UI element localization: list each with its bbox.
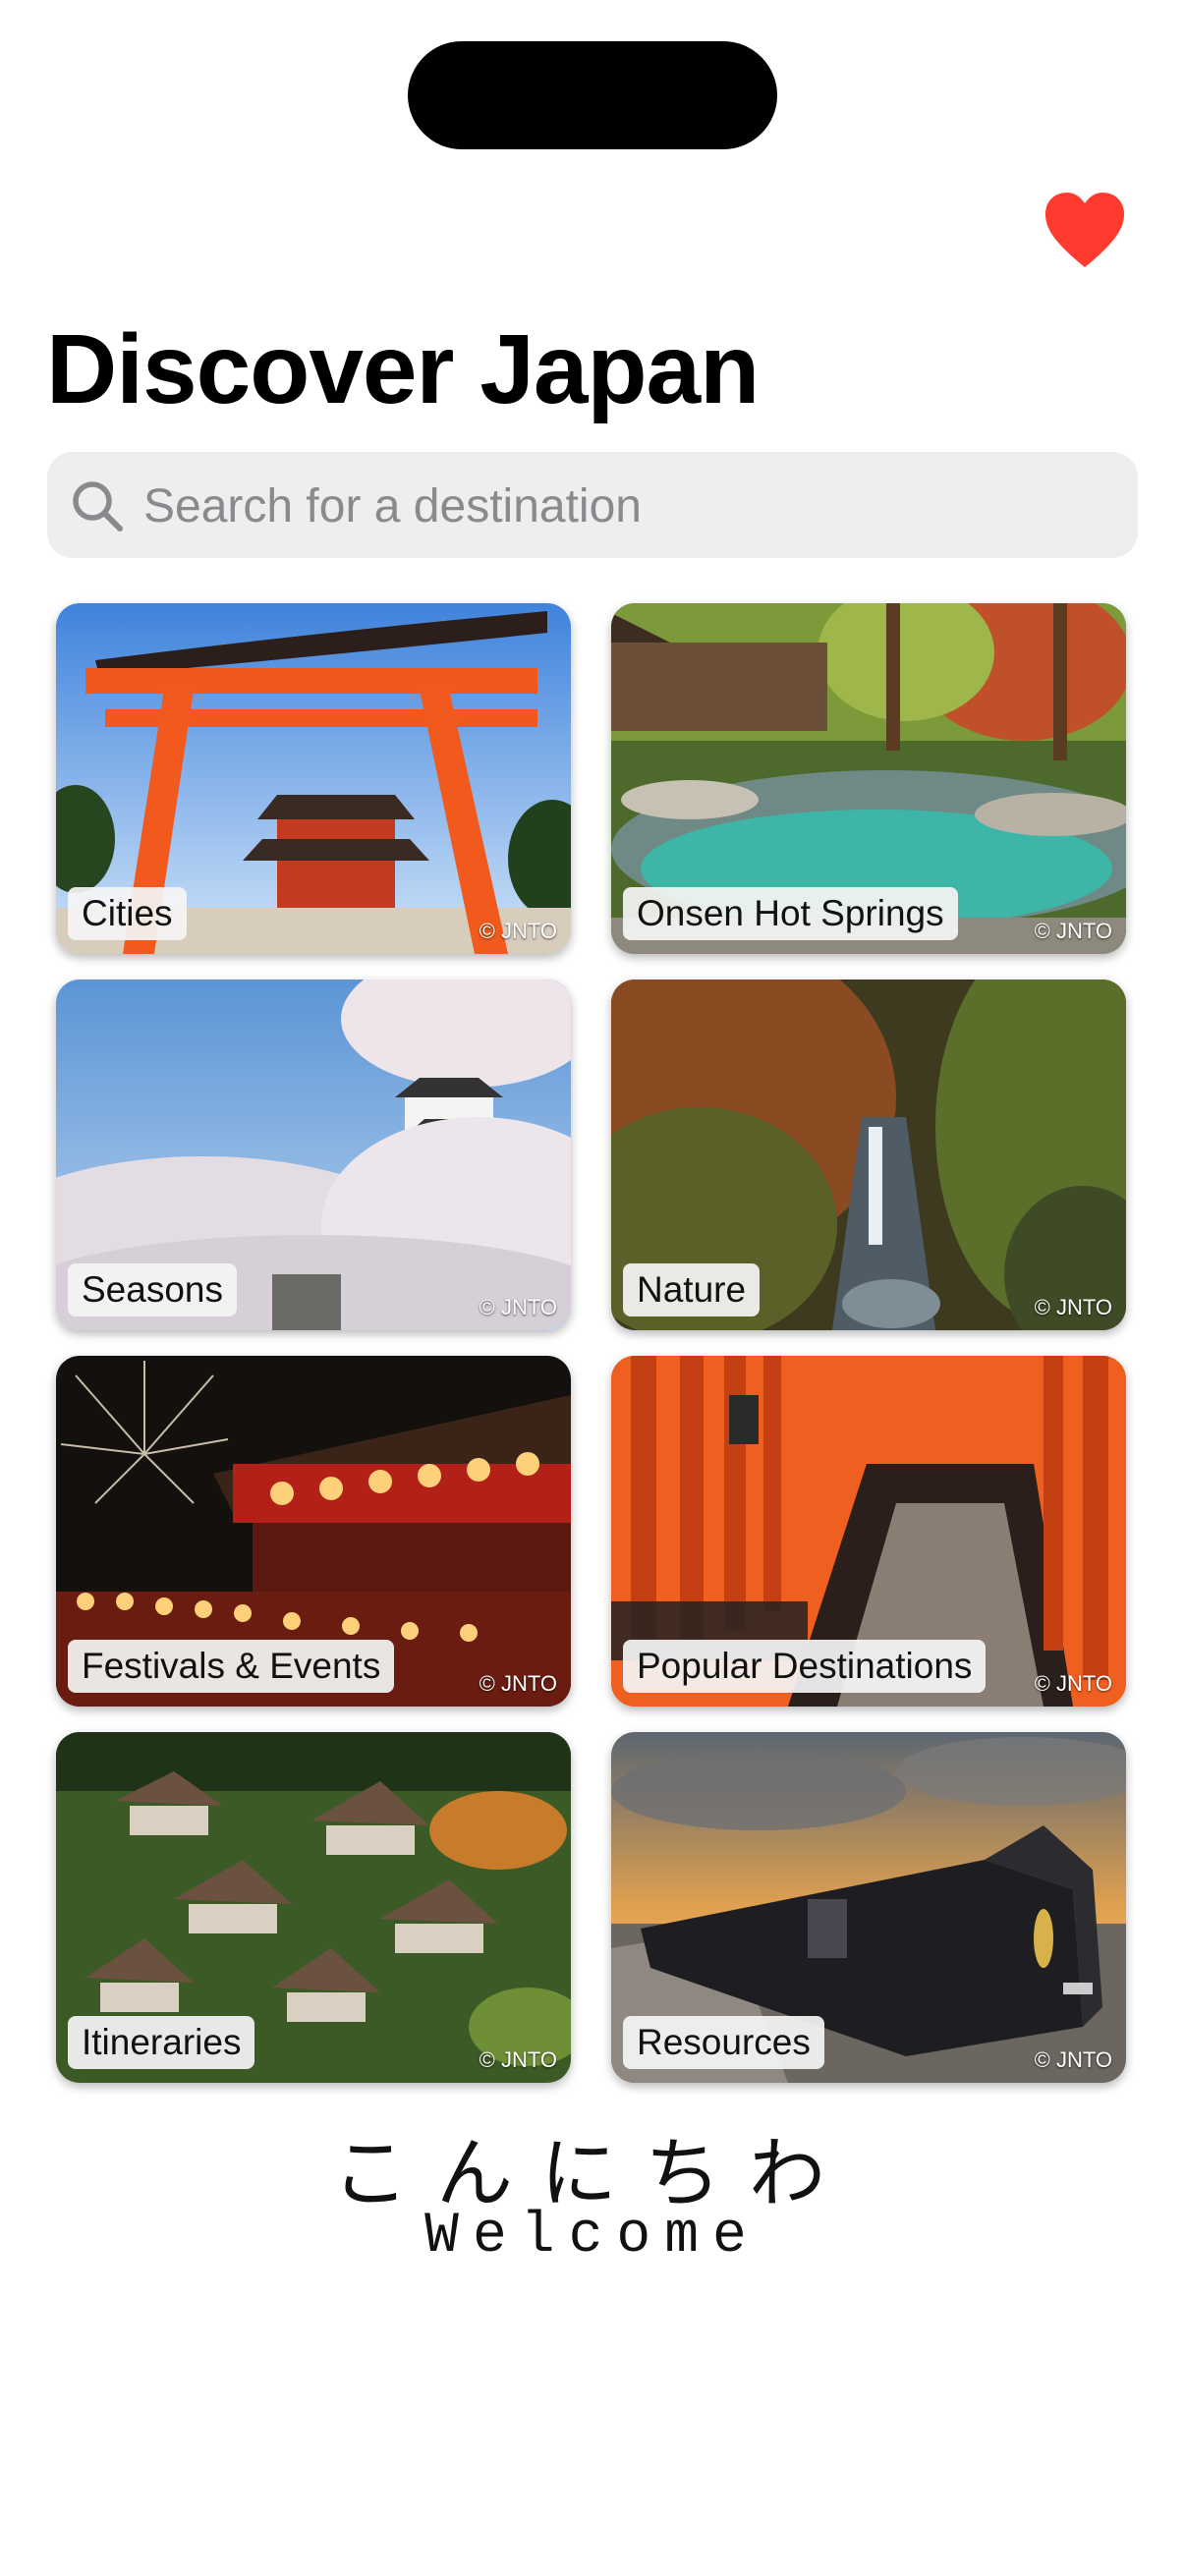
category-card-nature[interactable]: Nature © JNTO xyxy=(611,980,1126,1330)
search-icon xyxy=(73,481,123,532)
category-card-festivals[interactable]: Festivals & Events © JNTO xyxy=(56,1356,571,1707)
category-card-popular-destinations[interactable]: Popular Destinations © JNTO xyxy=(611,1356,1126,1707)
search-input[interactable] xyxy=(141,452,1108,560)
page-title: Discover Japan xyxy=(46,314,760,424)
photo-credit: © JNTO xyxy=(1034,1671,1112,1696)
category-label: Festivals & Events xyxy=(68,1640,395,1693)
greeting-welcome: Welcome xyxy=(424,2205,761,2268)
category-card-itineraries[interactable]: Itineraries © JNTO xyxy=(56,1732,571,2083)
photo-credit: © JNTO xyxy=(1034,1295,1112,1319)
dynamic-island xyxy=(408,41,777,149)
category-label: Seasons xyxy=(68,1263,237,1316)
photo-credit: © JNTO xyxy=(479,1671,557,1696)
category-card-onsen[interactable]: Onsen Hot Springs © JNTO xyxy=(611,603,1126,954)
category-card-seasons[interactable]: Seasons © JNTO xyxy=(56,980,571,1330)
category-card-cities[interactable]: Cities © JNTO xyxy=(56,603,571,954)
category-card-resources[interactable]: Resources © JNTO xyxy=(611,1732,1126,2083)
category-label: Resources xyxy=(623,2016,824,2069)
search-bar[interactable] xyxy=(47,452,1138,560)
photo-credit: © JNTO xyxy=(479,1295,557,1319)
heart-icon[interactable] xyxy=(1044,191,1126,269)
photo-credit: © JNTO xyxy=(1034,919,1112,943)
photo-credit: © JNTO xyxy=(1034,2047,1112,2072)
category-label: Popular Destinations xyxy=(623,1640,987,1693)
photo-credit: © JNTO xyxy=(479,2047,557,2072)
category-label: Nature xyxy=(623,1263,761,1316)
category-label: Onsen Hot Springs xyxy=(623,887,958,940)
photo-credit: © JNTO xyxy=(479,919,557,943)
category-label: Cities xyxy=(68,887,187,940)
category-label: Itineraries xyxy=(68,2016,255,2069)
